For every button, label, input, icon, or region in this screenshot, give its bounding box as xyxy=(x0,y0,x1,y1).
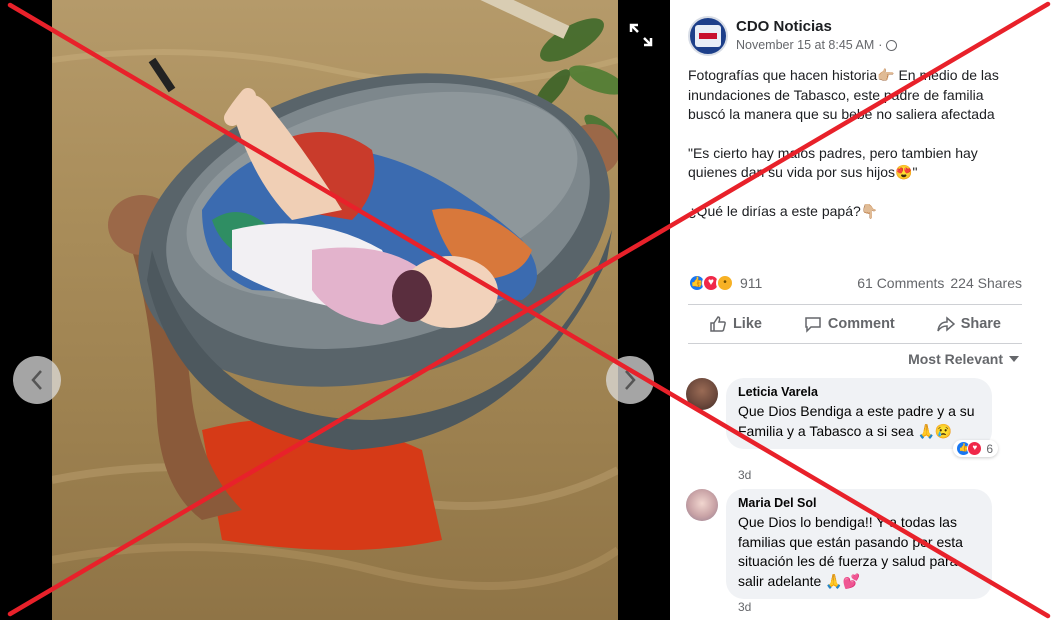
comment-label: Comment xyxy=(827,316,895,332)
expand-button[interactable] xyxy=(628,22,654,48)
post-timestamp[interactable]: November 15 at 8:45 AM xyxy=(736,38,874,52)
comment-sort-dropdown[interactable]: Most Relevant xyxy=(908,351,1019,367)
expand-icon xyxy=(629,23,653,47)
reactions-count[interactable]: 911 xyxy=(740,275,762,291)
share-button[interactable]: Share xyxy=(936,315,1001,333)
next-photo-button[interactable] xyxy=(606,356,654,404)
share-label: Share xyxy=(960,316,1001,332)
love-reaction-icon: ♥ xyxy=(967,441,983,456)
comment-bubble-icon xyxy=(805,317,821,333)
comment-button[interactable]: Comment xyxy=(804,315,895,333)
comment-time[interactable]: 3d xyxy=(738,468,751,482)
thumbs-up-icon xyxy=(710,316,726,332)
comments-count[interactable]: 61 Comments xyxy=(857,275,944,291)
post-photo[interactable] xyxy=(52,0,618,620)
like-label: Like xyxy=(732,316,762,332)
post-actions: Like Comment Share xyxy=(688,304,1022,344)
comment-text: Que Dios Bendiga a este padre y a su Fam… xyxy=(738,403,975,439)
post-meta: November 15 at 8:45 AM · xyxy=(736,38,898,52)
comment-item: Maria Del Sol Que Dios lo bendiga!! Y a … xyxy=(686,489,992,614)
commenter-name[interactable]: Leticia Varela xyxy=(738,385,980,399)
page-avatar[interactable] xyxy=(688,16,728,56)
sort-label: Most Relevant xyxy=(908,351,1003,367)
post-stats: 👍 ♥ • 911 61 Comments 224 Shares xyxy=(688,270,1022,296)
chevron-right-icon xyxy=(625,370,636,390)
post-header: CDO Noticias November 15 at 8:45 AM · xyxy=(688,16,898,56)
comment-bubble: Maria Del Sol Que Dios lo bendiga!! Y a … xyxy=(726,489,992,599)
commenter-name[interactable]: Maria Del Sol xyxy=(738,496,980,510)
post-paragraph: Fotografías que hacen historia👉🏼 En medi… xyxy=(688,67,999,122)
comment-item: Leticia Varela Que Dios Bendiga a este p… xyxy=(686,378,998,482)
post-body: Fotografías que hacen historia👉🏼 En medi… xyxy=(688,66,1018,240)
globe-icon xyxy=(886,39,898,51)
comment-reactions[interactable]: 👍 ♥ 6 xyxy=(953,440,998,457)
photo-viewer xyxy=(0,0,670,620)
post-paragraph: "Es cierto hay malos padres, pero tambie… xyxy=(688,144,978,181)
post-panel: CDO Noticias November 15 at 8:45 AM · Fo… xyxy=(670,0,1053,620)
photo-illustration xyxy=(52,0,618,590)
comment-text: Que Dios lo bendiga!! Y a todas las fami… xyxy=(738,514,963,589)
commenter-avatar[interactable] xyxy=(686,489,718,521)
shares-count[interactable]: 224 Shares xyxy=(950,275,1022,291)
like-button[interactable]: Like xyxy=(709,315,762,333)
sad-reaction-icon: • xyxy=(716,274,734,292)
comment-time[interactable]: 3d xyxy=(738,600,751,614)
caret-down-icon xyxy=(1009,356,1019,362)
post-paragraph: ¿Qué le dirías a este papá?👇🏼 xyxy=(688,202,879,219)
comment-reactions-count: 6 xyxy=(986,441,993,456)
chevron-left-icon xyxy=(31,370,42,390)
commenter-avatar[interactable] xyxy=(686,378,718,410)
previous-photo-button[interactable] xyxy=(13,356,61,404)
share-arrow-icon xyxy=(936,316,955,332)
page-name[interactable]: CDO Noticias xyxy=(736,18,897,35)
comment-bubble: Leticia Varela Que Dios Bendiga a este p… xyxy=(726,378,998,457)
